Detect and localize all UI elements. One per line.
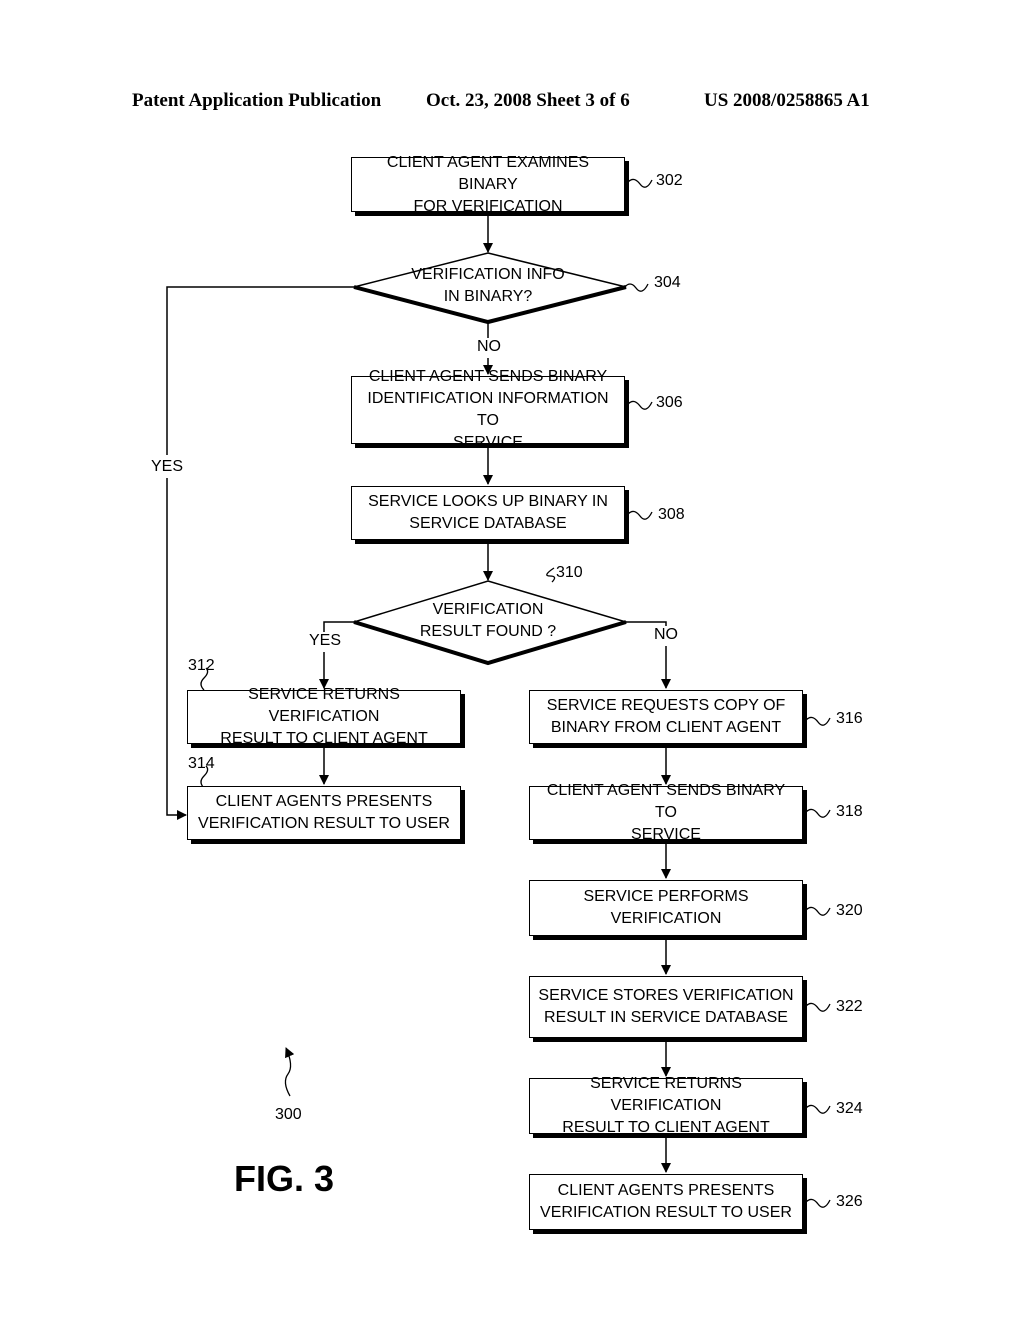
step-316-text-1: SERVICE REQUESTS COPY OF bbox=[546, 697, 786, 714]
figure-ref-number: 300 bbox=[275, 1106, 302, 1123]
ref-316: 316 bbox=[836, 710, 863, 727]
step-314-box: CLIENT AGENTS PRESENTS VERIFICATION RESUL… bbox=[187, 786, 461, 840]
figure-label: FIG. 3 bbox=[234, 1158, 335, 1199]
step-308-text-2: SERVICE DATABASE bbox=[409, 515, 567, 532]
edge-label-304-yes: YES bbox=[151, 458, 184, 476]
step-322-text-1: SERVICE STORES VERIFICATION bbox=[538, 987, 794, 1004]
ref-leader-306 bbox=[627, 400, 653, 410]
step-312-box: SERVICE RETURNS VERIFICATION RESULT TO CL… bbox=[187, 686, 461, 747]
step-320-box: SERVICE PERFORMS VERIFICATION bbox=[529, 880, 803, 936]
decision-304-text-1: VERIFICATION INFO bbox=[411, 266, 565, 283]
ref-314: 314 bbox=[188, 755, 215, 772]
ref-322: 322 bbox=[836, 998, 863, 1015]
step-316-box: SERVICE REQUESTS COPY OF BINARY FROM CLIE… bbox=[529, 690, 803, 744]
ref-306: 306 bbox=[656, 394, 683, 411]
step-314-text-1: CLIENT AGENTS PRESENTS bbox=[215, 793, 433, 810]
edge-label-310-yes: YES bbox=[309, 632, 342, 650]
ref-leader-304 bbox=[623, 283, 649, 292]
ref-leader-320 bbox=[805, 906, 831, 916]
line-310-yes-top bbox=[323, 621, 354, 632]
ref-leader-310 bbox=[546, 567, 556, 583]
line-304-yes-top bbox=[166, 286, 354, 455]
decision-304-text: VERIFICATION INFO IN BINARY? bbox=[388, 264, 588, 308]
decision-304-text-2: IN BINARY? bbox=[443, 288, 533, 305]
step-316-text-2: BINARY FROM CLIENT AGENT bbox=[550, 719, 782, 736]
ref-leader-324 bbox=[805, 1104, 831, 1114]
ref-leader-322 bbox=[805, 1002, 831, 1012]
step-326-text-2: VERIFICATION RESULT TO USER bbox=[540, 1204, 792, 1221]
step-308-box: SERVICE LOOKS UP BINARY IN SERVICE DATABA… bbox=[351, 486, 625, 540]
step-314-text-2: VERIFICATION RESULT TO USER bbox=[198, 815, 450, 832]
step-320-text-1: SERVICE PERFORMS VERIFICATION bbox=[583, 888, 749, 927]
arrow-304-314 bbox=[166, 478, 187, 820]
decision-310-text-2: RESULT FOUND ? bbox=[419, 623, 557, 640]
step-324-text-2: RESULT TO CLIENT AGENT bbox=[562, 1119, 770, 1136]
step-326-text-1: CLIENT AGENTS PRESENTS bbox=[557, 1182, 775, 1199]
decision-310-text: VERIFICATION RESULT FOUND ? bbox=[388, 599, 588, 643]
ref-318: 318 bbox=[836, 803, 863, 820]
step-302-text-2: FOR VERIFICATION bbox=[413, 197, 563, 215]
ref-302: 302 bbox=[656, 172, 683, 189]
step-318-box: CLIENT AGENT SENDS BINARY TO SERVICE bbox=[529, 782, 803, 843]
step-318-text-1: CLIENT AGENT SENDS BINARY TO bbox=[546, 782, 786, 821]
step-312-text-2: RESULT TO CLIENT AGENT bbox=[220, 730, 428, 747]
step-306-text-1: CLIENT AGENT SENDS BINARY bbox=[368, 368, 608, 385]
step-322-text-2: RESULT IN SERVICE DATABASE bbox=[544, 1009, 788, 1026]
step-324-box: SERVICE RETURNS VERIFICATION RESULT TO CL… bbox=[529, 1075, 803, 1136]
ref-326: 326 bbox=[836, 1193, 863, 1210]
ref-324: 324 bbox=[836, 1100, 863, 1117]
step-306-text-3: SERVICE bbox=[453, 434, 523, 451]
ref-leader-316 bbox=[805, 716, 831, 726]
ref-leader-302 bbox=[627, 178, 653, 188]
step-318-text-2: SERVICE bbox=[631, 826, 701, 843]
decision-310-text-1: VERIFICATION bbox=[432, 601, 544, 618]
ref-leader-308 bbox=[627, 510, 653, 520]
ref-leader-318 bbox=[805, 808, 831, 818]
step-302-text-1: CLIENT AGENT EXAMINES BINARY bbox=[386, 153, 590, 193]
step-306-text-2: IDENTIFICATION INFORMATION TO bbox=[367, 390, 609, 429]
figure-ref-arrow-icon bbox=[284, 1047, 295, 1097]
ref-312: 312 bbox=[188, 657, 215, 674]
ref-310: 310 bbox=[556, 564, 583, 581]
ref-320: 320 bbox=[836, 902, 863, 919]
ref-leader-326 bbox=[805, 1198, 831, 1208]
edge-label-304-no: NO bbox=[477, 338, 501, 356]
ref-304: 304 bbox=[654, 274, 681, 291]
step-324-text-1: SERVICE RETURNS VERIFICATION bbox=[590, 1075, 742, 1114]
step-306-box: CLIENT AGENT SENDS BINARY IDENTIFICATION … bbox=[351, 368, 625, 451]
step-302-box: CLIENT AGENT EXAMINES BINARY FOR VERIFICA… bbox=[351, 154, 625, 215]
step-312-text-1: SERVICE RETURNS VERIFICATION bbox=[248, 686, 400, 725]
step-322-box: SERVICE STORES VERIFICATION RESULT IN SER… bbox=[529, 976, 803, 1038]
step-326-box: CLIENT AGENTS PRESENTS VERIFICATION RESUL… bbox=[529, 1174, 803, 1230]
step-308-text-1: SERVICE LOOKS UP BINARY IN bbox=[368, 493, 608, 510]
ref-308: 308 bbox=[658, 506, 685, 523]
edge-label-310-no: NO bbox=[654, 626, 678, 644]
